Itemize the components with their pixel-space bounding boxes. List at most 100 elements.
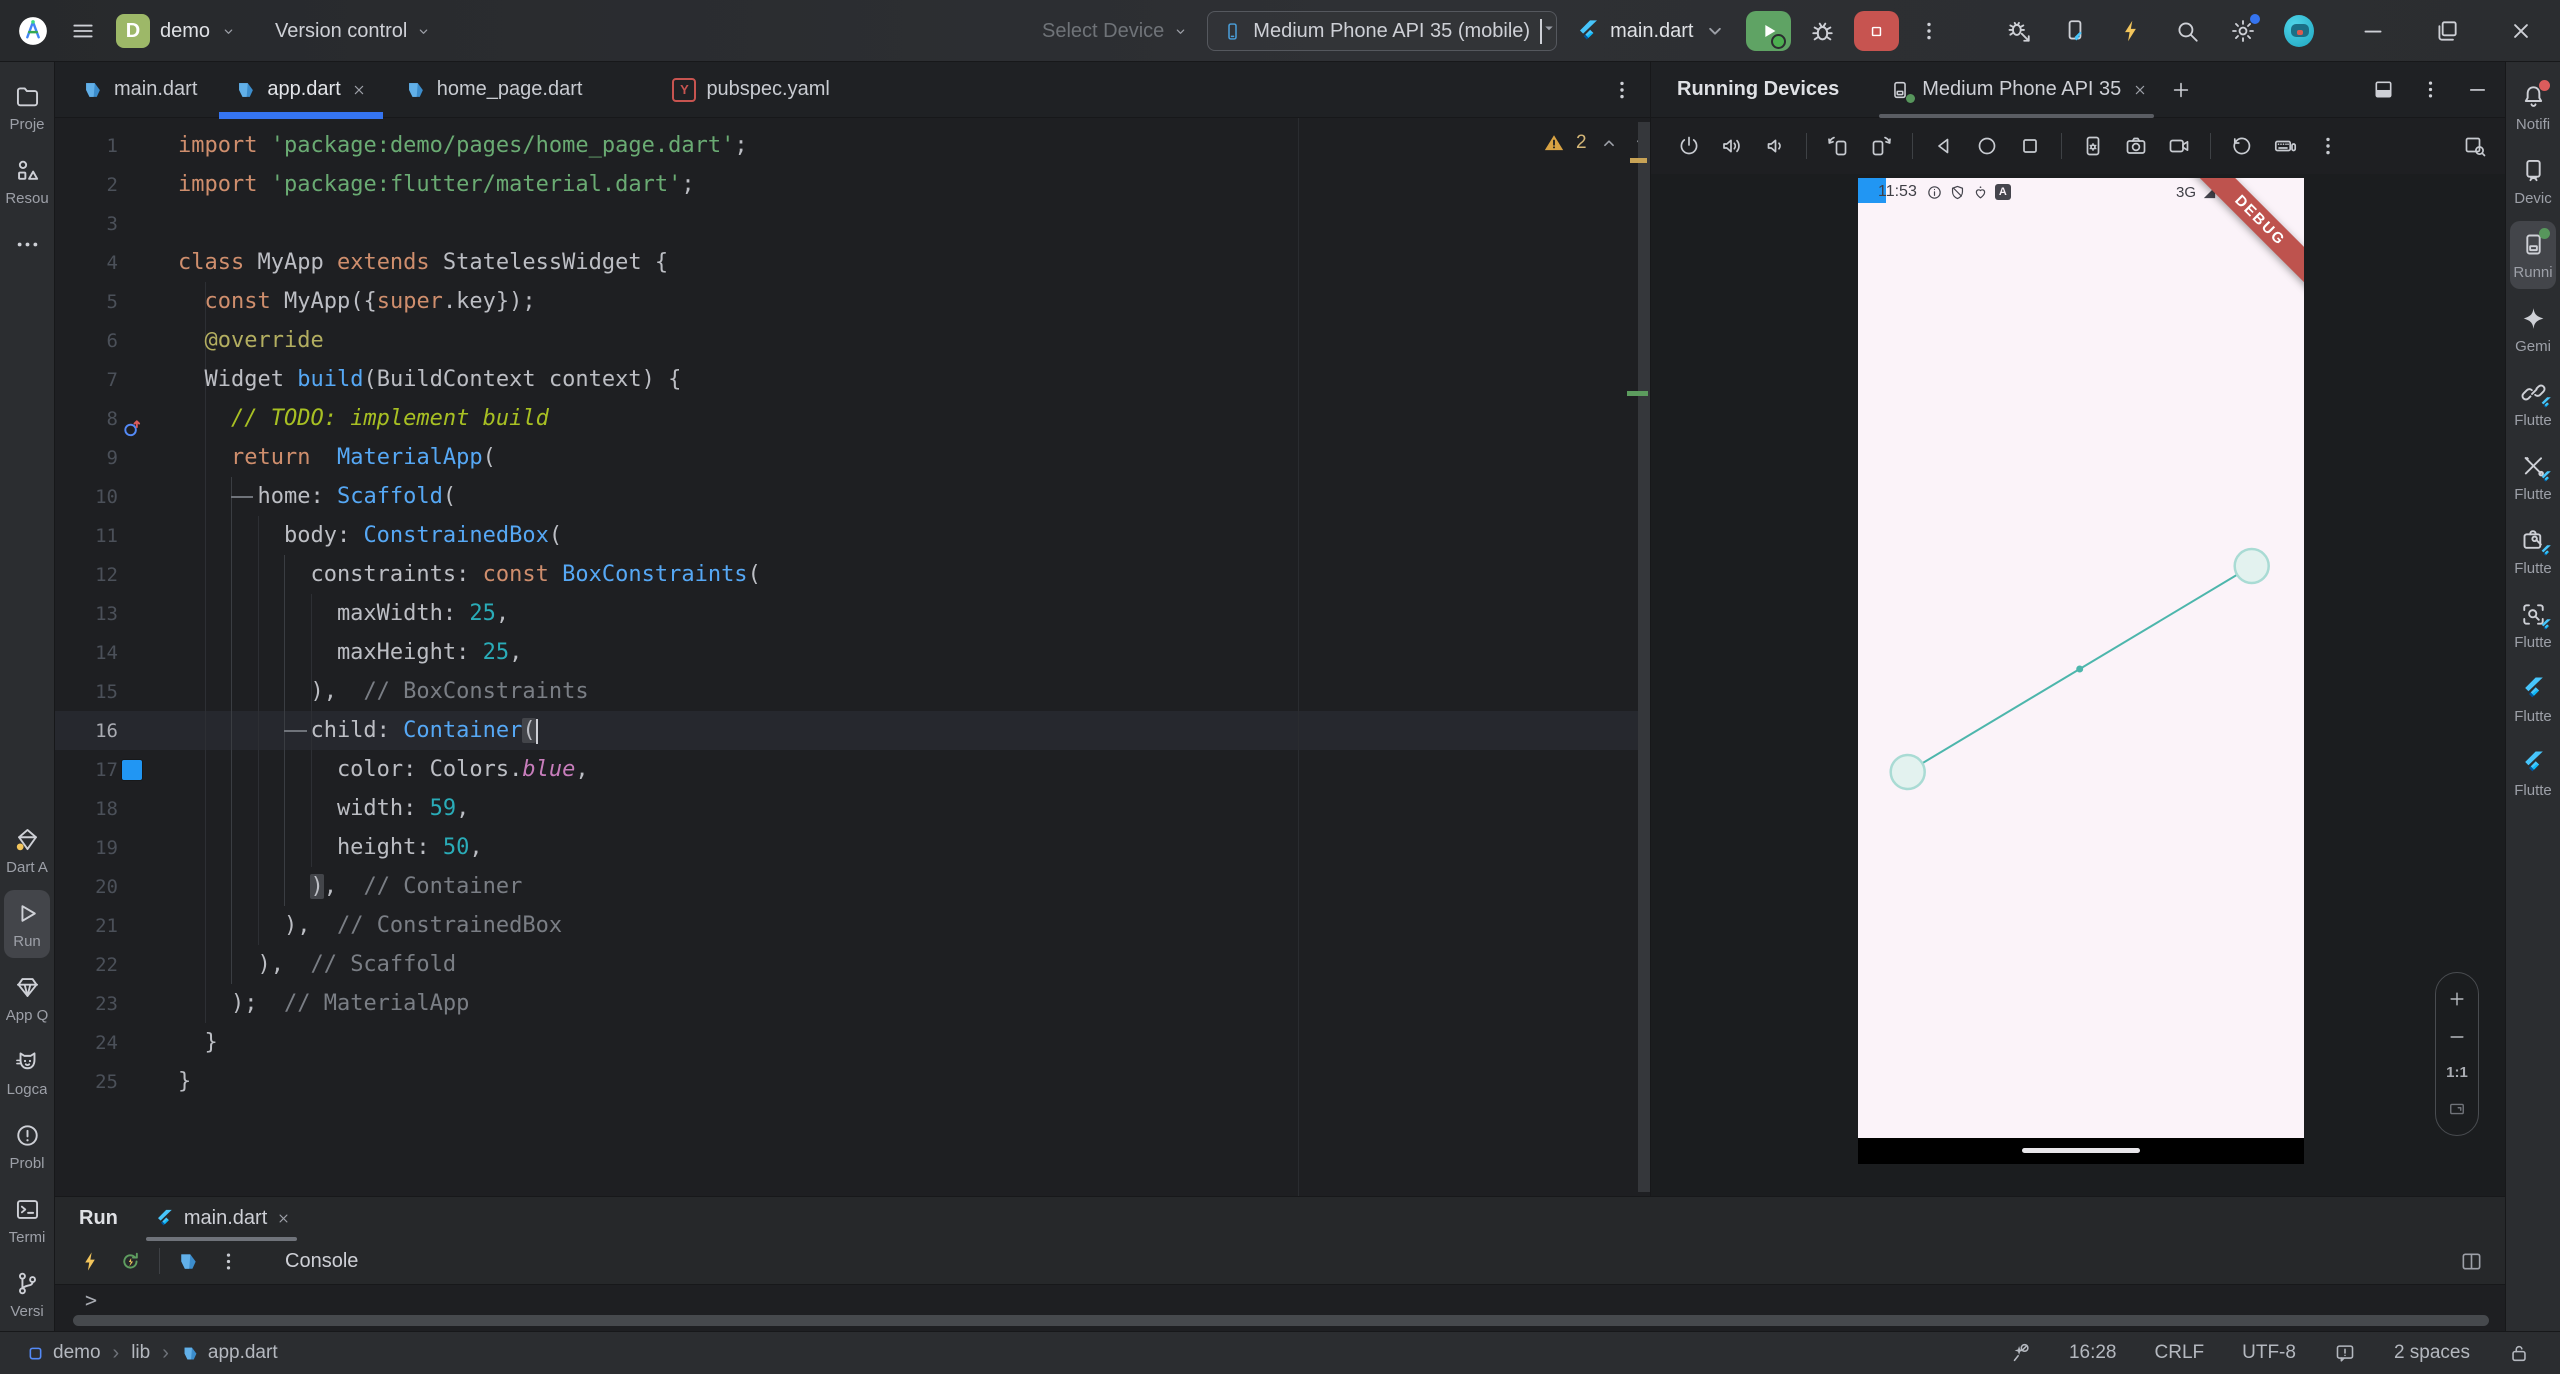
- tool-dart-analysis[interactable]: Dart A: [4, 816, 50, 884]
- tool-terminal[interactable]: Termi: [4, 1186, 50, 1254]
- snapshot-button[interactable]: [2230, 134, 2254, 158]
- code-line-10[interactable]: 10 home: Scaffold(: [55, 477, 1650, 516]
- settings-icon[interactable]: [2228, 14, 2260, 46]
- tool-running-devices[interactable]: Runni: [2510, 221, 2556, 289]
- more-button[interactable]: [217, 1250, 240, 1273]
- hot-reload-button[interactable]: [79, 1250, 102, 1273]
- screen-record-button[interactable]: [2167, 134, 2191, 158]
- code-line-1[interactable]: 1 import 'package:demo/pages/home_page.da…: [55, 126, 1650, 165]
- volume-up-button[interactable]: [1720, 134, 1744, 158]
- rotate-left-button[interactable]: [1826, 134, 1850, 158]
- code-line-3[interactable]: 3: [55, 204, 1650, 243]
- line-separator[interactable]: CRLF: [2155, 1342, 2205, 1364]
- gesture-pill[interactable]: [2022, 1148, 2140, 1153]
- device-mirror-icon[interactable]: [2060, 16, 2090, 46]
- layout-icon[interactable]: [2372, 78, 2395, 101]
- code-editor[interactable]: 1 import 'package:demo/pages/home_page.da…: [55, 118, 1650, 1196]
- console-tab-label[interactable]: Console: [285, 1250, 358, 1273]
- device-settings-button[interactable]: [2081, 134, 2105, 158]
- color-swatch[interactable]: [121, 759, 143, 781]
- code-line-5[interactable]: 5 const MyApp({super.key});: [55, 282, 1650, 321]
- stop-button[interactable]: [1854, 11, 1900, 51]
- power-button[interactable]: [1677, 134, 1701, 158]
- breadcrumb-lib[interactable]: lib: [131, 1342, 150, 1364]
- rotate-right-button[interactable]: [1869, 134, 1893, 158]
- zoom-ratio-button[interactable]: 1:1: [2446, 1064, 2468, 1081]
- dart-dev-service-button[interactable]: [177, 1250, 200, 1273]
- tool-flutter-performance[interactable]: Flutte: [2510, 443, 2556, 511]
- code-line-18[interactable]: 18 width: 59,: [55, 789, 1650, 828]
- code-line-17[interactable]: 17 color: Colors.blue,: [55, 750, 1650, 789]
- notifications-icon[interactable]: [2334, 1342, 2356, 1364]
- editor-tab-app.dart[interactable]: app.dart: [216, 62, 385, 119]
- profile-avatar[interactable]: [2284, 15, 2314, 47]
- code-line-22[interactable]: 22 ), // Scaffold: [55, 945, 1650, 984]
- maximize-icon[interactable]: [2432, 16, 2462, 46]
- search-everywhere-icon[interactable]: [2172, 16, 2202, 46]
- code-line-16[interactable]: 16 child: Container(: [55, 711, 1650, 750]
- code-line-19[interactable]: 19 height: 50,: [55, 828, 1650, 867]
- tool-resource-manager[interactable]: Resou: [4, 147, 50, 215]
- editor-tab-home_page.dart[interactable]: home_page.dart: [386, 62, 602, 118]
- code-line-4[interactable]: 4 class MyApp extends StatelessWidget {: [55, 243, 1650, 282]
- debug-button[interactable]: [1809, 18, 1836, 45]
- select-device-dropdown[interactable]: Select Device: [1042, 20, 1189, 43]
- close-icon[interactable]: [2506, 16, 2536, 46]
- device-tab[interactable]: Medium Phone API 35: [1879, 62, 2155, 118]
- tool-device-manager[interactable]: Devic: [2510, 147, 2556, 215]
- warning-stripe-mark[interactable]: [1630, 158, 1647, 163]
- tab-options-icon[interactable]: [1610, 78, 1634, 102]
- override-gutter-icon[interactable]: [121, 417, 144, 440]
- hot-restart-button[interactable]: [119, 1250, 142, 1273]
- code-line-13[interactable]: 13 maxWidth: 25,: [55, 594, 1650, 633]
- project-widget[interactable]: D demo: [116, 14, 237, 48]
- more-button[interactable]: [2316, 134, 2340, 158]
- back-button[interactable]: [1932, 134, 1956, 158]
- close-icon[interactable]: [276, 1211, 291, 1226]
- tool-flutter-entry-1[interactable]: Flutte: [2510, 665, 2556, 733]
- hide-icon[interactable]: [2466, 78, 2489, 101]
- code-line-25[interactable]: 25}: [55, 1062, 1650, 1101]
- tool-version-control[interactable]: Versi: [4, 1260, 50, 1328]
- editor-tab-main.dart[interactable]: main.dart: [63, 62, 216, 118]
- tool-flutter-outline[interactable]: Flutte: [2510, 369, 2556, 437]
- home-button[interactable]: [1975, 134, 1999, 158]
- attach-debugger-icon[interactable]: [2004, 16, 2034, 46]
- editor-tab-pubspec.yaml[interactable]: Ypubspec.yaml: [653, 62, 848, 118]
- tool-flutter-entry-2[interactable]: Flutte: [2510, 739, 2556, 807]
- info-stripe-mark[interactable]: [1627, 391, 1648, 396]
- code-line-24[interactable]: 24 }: [55, 1023, 1650, 1062]
- tool-gemini[interactable]: Gemi: [2510, 295, 2556, 363]
- tool-flutter-inspector[interactable]: Flutte: [2510, 591, 2556, 659]
- file-encoding[interactable]: UTF-8: [2242, 1342, 2296, 1364]
- run-button[interactable]: [1746, 11, 1792, 51]
- tool-problems[interactable]: Probl: [4, 1112, 50, 1180]
- close-icon[interactable]: [351, 82, 367, 98]
- code-line-14[interactable]: 14 maxHeight: 25,: [55, 633, 1650, 672]
- code-line-21[interactable]: 21 ), // ConstrainedBox: [55, 906, 1650, 945]
- console-area[interactable]: >: [55, 1284, 2505, 1331]
- add-device-icon[interactable]: [2170, 79, 2192, 101]
- tool-flutter-property-editor[interactable]: Flutte: [2510, 517, 2556, 585]
- zoom-out-icon[interactable]: [2447, 1027, 2467, 1047]
- emulator-nav-bar[interactable]: [1858, 1138, 2304, 1164]
- instant-run-icon[interactable]: [2116, 16, 2146, 46]
- prev-warning-icon[interactable]: [1598, 132, 1620, 154]
- console-horizontal-scrollbar[interactable]: [73, 1315, 2489, 1326]
- indent-size[interactable]: 2 spaces: [2394, 1342, 2470, 1364]
- code-line-2[interactable]: 2 import 'package:flutter/material.dart';: [55, 165, 1650, 204]
- vcs-widget[interactable]: Version control: [275, 20, 432, 43]
- tool-project[interactable]: Proje: [4, 73, 50, 141]
- tool-run[interactable]: Run: [4, 890, 50, 958]
- overview-button[interactable]: [2018, 134, 2042, 158]
- code-line-15[interactable]: 15 ), // BoxConstraints: [55, 672, 1650, 711]
- device-selector-dropdown[interactable]: Medium Phone API 35 (mobile): [1207, 11, 1558, 51]
- ai-assistant-icon[interactable]: [2009, 1342, 2031, 1364]
- run-configuration-dropdown[interactable]: main.dart: [1575, 18, 1728, 44]
- more-tool-windows[interactable]: [4, 221, 50, 266]
- cursor-position[interactable]: 16:28: [2069, 1342, 2117, 1364]
- code-line-23[interactable]: 23 ); // MaterialApp: [55, 984, 1650, 1023]
- split-layout-icon[interactable]: [2460, 1250, 2483, 1273]
- inspections-widget[interactable]: 2: [1543, 132, 1650, 154]
- more-actions-icon[interactable]: [1917, 19, 1941, 43]
